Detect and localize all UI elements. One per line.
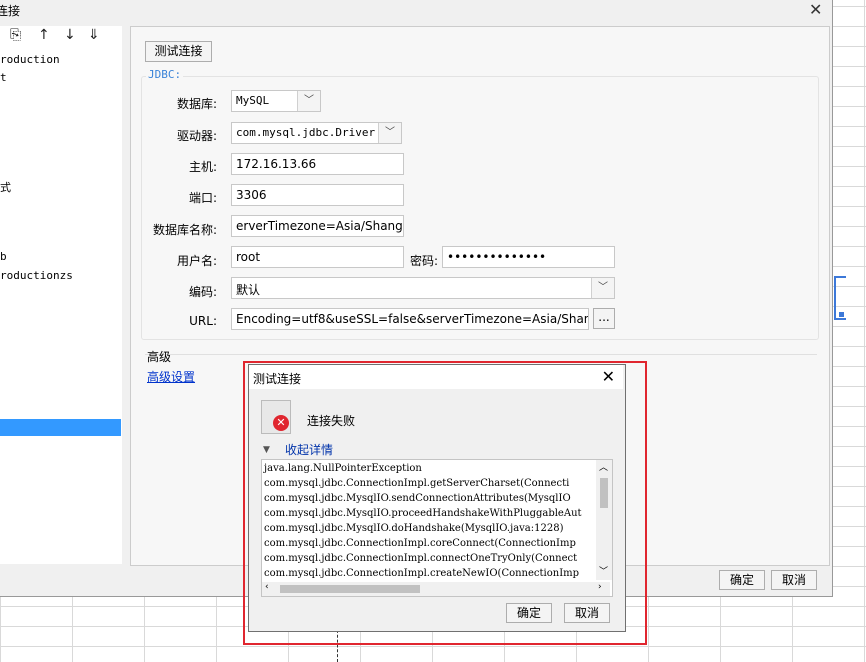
list-item[interactable]: b <box>0 250 7 263</box>
password-label: 密码: <box>409 254 438 268</box>
horizontal-scrollbar[interactable]: ‹ › <box>262 582 610 596</box>
window-title: 连接 <box>0 4 21 18</box>
trace-line: com.mysql.jdbc.ConnectionImpl.coreConnec… <box>264 538 576 549</box>
chevron-down-icon[interactable]: ﹀ <box>599 564 608 577</box>
popup-cancel-button[interactable]: 取消 <box>564 603 610 623</box>
url-more-button[interactable]: ... <box>593 308 615 329</box>
chevron-up-icon[interactable]: ︿ <box>599 460 608 473</box>
scrollbar-thumb[interactable] <box>280 585 420 593</box>
driver-select[interactable]: com.mysql.jdbc.Driver ﹀ <box>231 122 402 144</box>
host-label: 主机: <box>188 160 217 174</box>
database-value: MySQL <box>236 94 270 107</box>
port-field[interactable]: 3306 <box>231 184 404 206</box>
collapse-details-toggle[interactable]: 收起详情 <box>285 441 333 458</box>
encoding-label: 编码: <box>188 285 217 299</box>
username-label: 用户名: <box>176 254 217 268</box>
title-bar: 连接 ✕ <box>0 0 832 20</box>
ok-button[interactable]: 确定 <box>719 570 765 590</box>
popup-title: 测试连接 <box>253 372 302 386</box>
move-up-icon[interactable]: ↑ <box>38 27 50 43</box>
trace-line: com.mysql.jdbc.ConnectionImpl.connectOne… <box>264 553 578 564</box>
chevron-down-icon[interactable]: ﹀ <box>591 278 614 298</box>
sort-icon[interactable]: ⇓ <box>88 27 100 43</box>
move-down-icon[interactable]: ↓ <box>64 27 76 43</box>
database-label: 数据库: <box>176 97 217 111</box>
jdbc-group <box>141 76 819 340</box>
error-message: 连接失败 <box>307 414 356 428</box>
port-label: 端口: <box>188 191 217 205</box>
driver-value: com.mysql.jdbc.Driver <box>236 126 376 139</box>
cancel-button[interactable]: 取消 <box>771 570 817 590</box>
list-item[interactable]: 式 <box>0 179 11 195</box>
encoding-select[interactable]: 默认 ﹀ <box>231 277 615 299</box>
trace-line: com.mysql.jdbc.MysqlIO.sendConnectionAtt… <box>264 493 571 504</box>
list-scrollbar[interactable] <box>122 26 130 564</box>
advanced-settings-link[interactable]: 高级设置 <box>147 368 195 385</box>
close-icon[interactable]: ✕ <box>809 0 822 19</box>
encoding-value: 默认 <box>236 283 261 297</box>
scrollbar-thumb[interactable] <box>600 478 608 508</box>
trace-line: com.mysql.jdbc.ConnectionImpl.getServerC… <box>264 478 570 489</box>
chevron-down-icon[interactable]: ﹀ <box>297 91 320 111</box>
host-field[interactable]: 172.16.13.66 <box>231 153 404 175</box>
password-field[interactable]: •••••••••••••• <box>442 246 615 268</box>
vertical-scrollbar[interactable]: ︿ ﹀ <box>596 460 612 580</box>
test-connection-popup: 测试连接 ✕ ✕ 连接失败 ▼ 收起详情 java.lang.NullPoint… <box>248 364 626 632</box>
stacktrace-area[interactable]: java.lang.NullPointerException com.mysql… <box>261 459 613 597</box>
driver-label: 驱动器: <box>176 129 217 143</box>
fill-handle[interactable] <box>839 312 844 317</box>
popup-title-bar: 测试连接 ✕ <box>249 365 623 389</box>
list-item[interactable]: roduction <box>0 53 60 66</box>
selected-list-row[interactable] <box>0 419 121 436</box>
trace-line: java.lang.NullPointerException <box>264 463 422 474</box>
chevron-right-icon[interactable]: › <box>598 582 602 592</box>
error-icon: ✕ <box>273 415 289 431</box>
list-item[interactable]: roductionzs <box>0 269 73 282</box>
jdbc-group-label: JDBC: <box>146 68 184 81</box>
test-connection-button[interactable]: 测试连接 <box>145 41 212 62</box>
section-divider <box>145 354 817 355</box>
trace-line: com.mysql.jdbc.MysqlIO.proceedHandshakeW… <box>264 508 582 519</box>
dbname-label: 数据库名称: <box>152 223 217 237</box>
advanced-heading: 高级 <box>147 350 172 364</box>
trace-line: com.mysql.jdbc.MysqlIO.doHandshake(Mysql… <box>264 523 564 534</box>
trace-line: com.mysql.jdbc.ConnectionImpl.createNewI… <box>264 568 580 579</box>
dbname-field[interactable]: erverTimezone=Asia/Shanghai <box>231 215 404 237</box>
database-select[interactable]: MySQL ﹀ <box>231 90 321 112</box>
url-field[interactable]: Encoding=utf8&useSSL=false&serverTimezon… <box>231 308 589 330</box>
chevron-left-icon[interactable]: ‹ <box>265 582 269 592</box>
collapse-triangle-icon[interactable]: ▼ <box>263 445 270 455</box>
close-icon[interactable]: ✕ <box>602 367 615 386</box>
list-item[interactable]: t <box>0 71 7 84</box>
popup-ok-button[interactable]: 确定 <box>506 603 552 623</box>
chevron-down-icon[interactable]: ﹀ <box>378 123 401 143</box>
url-label: URL: <box>189 314 217 328</box>
connection-list: roduction t 式 b roductionzs <box>0 26 123 564</box>
copy-icon[interactable]: ⎘ <box>10 27 21 43</box>
